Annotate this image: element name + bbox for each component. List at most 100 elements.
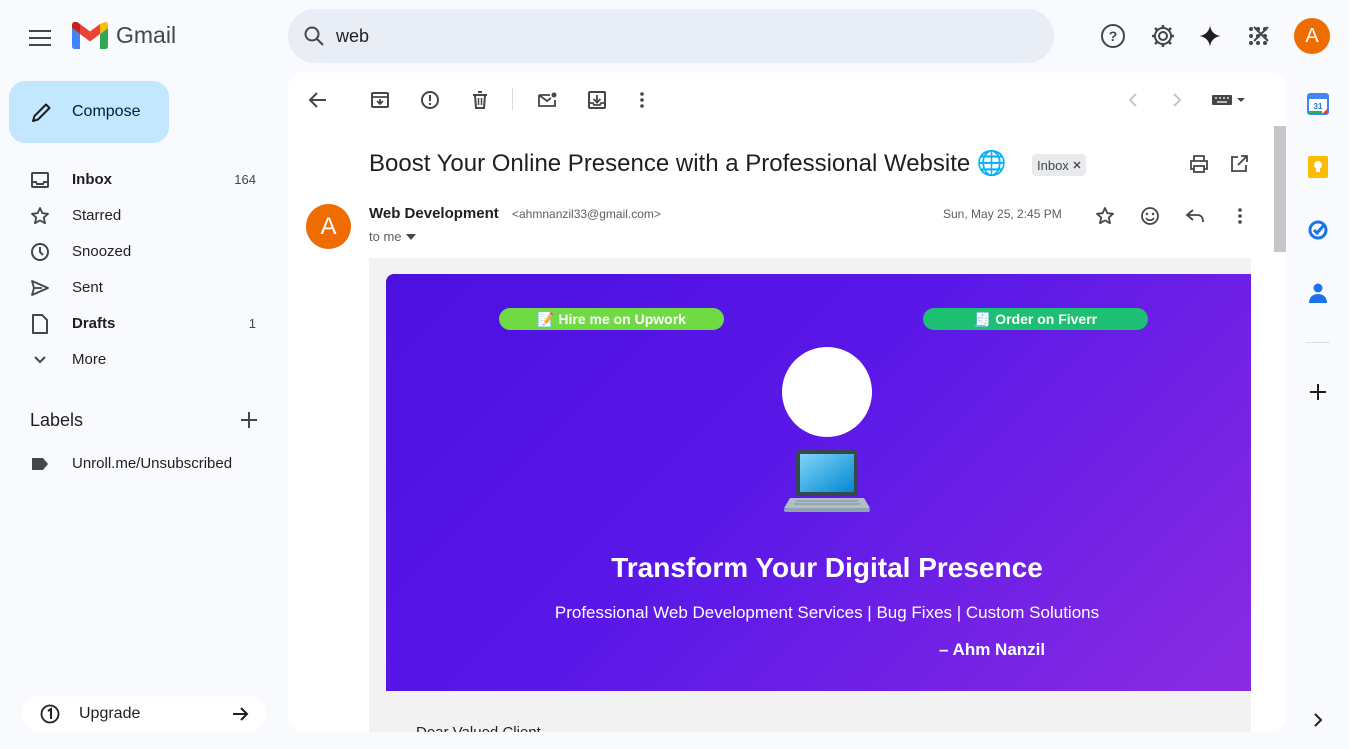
message-view: Boost Your Online Presence with a Profes…: [288, 72, 1287, 732]
nav-label: Starred: [72, 207, 122, 224]
add-label-icon[interactable]: [238, 409, 260, 431]
add-reaction-button[interactable]: [1138, 204, 1162, 228]
chevron-right-icon: [1173, 93, 1182, 107]
message-more-button[interactable]: [1228, 204, 1252, 228]
contacts-app-button[interactable]: [1306, 281, 1330, 305]
arrow-right-icon: [233, 707, 249, 721]
print-button[interactable]: [1187, 152, 1211, 176]
star-icon: [30, 206, 50, 226]
clock-icon: [30, 242, 50, 262]
get-addons-button[interactable]: [1306, 380, 1330, 404]
gear-icon: [1152, 25, 1174, 47]
star-icon: [1096, 207, 1114, 225]
calendar-icon: 31: [1307, 93, 1329, 115]
nav-label: More: [72, 351, 107, 368]
label-name: Unroll.me/Unsubscribed: [72, 455, 233, 472]
nav-item-sent[interactable]: Sent: [0, 272, 280, 304]
inbox-icon: [30, 170, 50, 190]
message-date: Sun, May 25, 2:45 PM: [943, 207, 1062, 221]
help-button[interactable]: ?: [1097, 20, 1129, 52]
older-button[interactable]: [1165, 88, 1189, 112]
plus-icon: [1310, 384, 1326, 400]
upgrade-icon: [40, 704, 60, 724]
more-actions-button[interactable]: [630, 88, 654, 112]
nav-item-snoozed[interactable]: Snoozed: [0, 236, 280, 268]
nav-item-inbox[interactable]: Inbox 164: [0, 164, 280, 196]
mark-unread-button[interactable]: [535, 88, 559, 112]
nav-item-drafts[interactable]: Drafts 1: [0, 308, 280, 340]
settings-button[interactable]: [1147, 20, 1179, 52]
svg-text:?: ?: [1109, 28, 1118, 44]
reply-button[interactable]: [1183, 204, 1207, 228]
rail-divider: [1306, 342, 1330, 343]
email-headline: Transform Your Digital Presence: [611, 552, 1043, 583]
upwork-label: 📝 Hire me on Upwork: [537, 310, 686, 327]
chevron-right-icon: [1314, 713, 1323, 727]
label-item[interactable]: Unroll.me/Unsubscribed: [0, 448, 280, 480]
email-signature: – Ahm Nanzil: [939, 640, 1046, 659]
apps-button[interactable]: [1242, 20, 1274, 52]
search-input[interactable]: [336, 21, 936, 51]
email-salutation: Dear Valued Client,: [416, 724, 545, 732]
nav-label: Sent: [72, 279, 103, 296]
gemini-button[interactable]: [1194, 20, 1226, 52]
trash-icon: [473, 91, 487, 109]
keep-icon: [1308, 156, 1328, 178]
arrow-left-icon: [308, 92, 326, 108]
remove-label-icon[interactable]: [1073, 161, 1081, 169]
contacts-icon: [1309, 283, 1327, 303]
apps-grid-icon: [1249, 27, 1267, 45]
upgrade-label: Upgrade: [79, 705, 141, 722]
archive-button[interactable]: [368, 88, 392, 112]
calendar-app-button[interactable]: 31: [1306, 92, 1330, 116]
input-tools-button[interactable]: [1208, 88, 1248, 112]
inbox-label-chip[interactable]: Inbox: [1032, 154, 1086, 176]
nav-item-more[interactable]: More: [0, 344, 280, 376]
compose-button[interactable]: Compose: [9, 81, 169, 143]
sender-avatar[interactable]: A: [306, 204, 351, 249]
main-menu-button[interactable]: [26, 24, 54, 52]
laptop-icon: [784, 450, 870, 512]
label-tag-icon: [30, 454, 50, 474]
star-button[interactable]: [1093, 204, 1117, 228]
tasks-icon: [1308, 220, 1328, 240]
menu-icon: [29, 30, 51, 46]
search-bar[interactable]: [288, 9, 1319, 63]
app-name: Gmail: [116, 22, 177, 48]
nav-label: Drafts: [72, 315, 116, 332]
nav-label: Inbox: [72, 171, 112, 188]
report-spam-button[interactable]: [418, 88, 442, 112]
gmail-logo[interactable]: Gmail: [72, 22, 176, 49]
fiverr-button[interactable]: 🧾 Order on Fiverr: [923, 308, 1148, 330]
caret-down-icon: [405, 233, 416, 240]
show-side-panel-button[interactable]: [1306, 708, 1330, 732]
scrollbar-thumb[interactable]: [1274, 126, 1286, 252]
unread-count: 164: [234, 172, 256, 187]
sender-name[interactable]: Web Development: [369, 205, 499, 222]
emoji-icon: [1141, 207, 1159, 225]
archive-icon: [371, 92, 389, 108]
tasks-app-button[interactable]: [1306, 218, 1330, 242]
email-body: 📝 Hire me on Upwork 🧾 Order on Fiverr Tr…: [369, 258, 1251, 732]
sparkle-icon: [1198, 24, 1222, 48]
newer-button[interactable]: [1121, 88, 1145, 112]
gmail-m-icon: [72, 22, 108, 49]
move-to-button[interactable]: [585, 88, 609, 112]
recipient-details[interactable]: to me: [369, 229, 416, 244]
nav-item-starred[interactable]: Starred: [0, 200, 280, 232]
chevron-left-icon: [1128, 93, 1137, 107]
open-new-window-button[interactable]: [1227, 152, 1251, 176]
move-to-icon: [588, 91, 606, 109]
fiverr-label: 🧾 Order on Fiverr: [973, 310, 1098, 327]
account-avatar[interactable]: A: [1294, 18, 1330, 54]
upgrade-button[interactable]: Upgrade: [22, 696, 266, 732]
search-icon[interactable]: [302, 24, 326, 48]
toolbar-divider: [512, 88, 513, 110]
back-button[interactable]: [306, 88, 330, 112]
keep-app-button[interactable]: [1306, 155, 1330, 179]
upwork-button[interactable]: 📝 Hire me on Upwork: [499, 308, 724, 330]
delete-button[interactable]: [468, 88, 492, 112]
help-icon: ?: [1101, 24, 1125, 48]
chevron-down-icon: [30, 350, 50, 370]
labels-heading: Labels: [30, 410, 84, 430]
